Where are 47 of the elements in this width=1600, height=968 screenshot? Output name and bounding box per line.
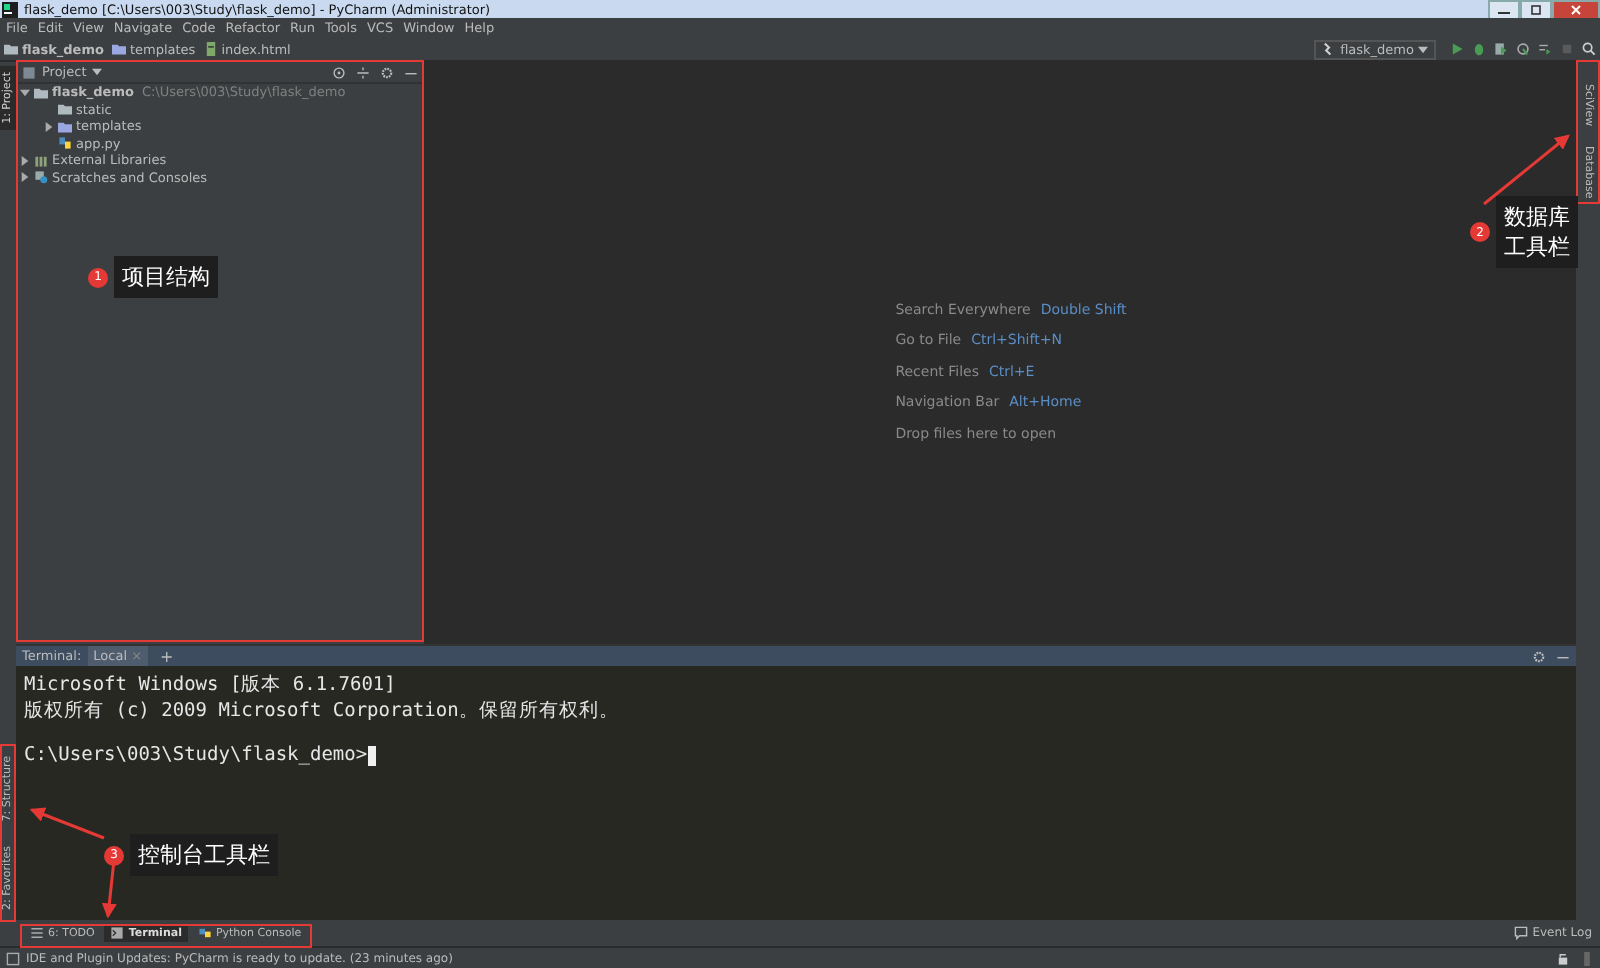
html-file-icon [203,42,218,56]
build-icon[interactable] [1538,42,1552,56]
text-cursor [367,745,376,765]
scratch-icon [34,170,48,185]
lock-icon[interactable] [1556,951,1570,965]
collapsed-arrow-icon[interactable] [20,155,30,166]
terminal-line: 版权所有 (c) 2009 Microsoft Corporation。保留所有权利。 [24,698,621,724]
annotation-label: 控制台工具栏 [130,834,278,876]
settings-icon[interactable] [380,65,394,79]
python-icon [197,926,212,940]
list-icon [30,926,44,940]
collapsed-arrow-icon[interactable] [44,121,54,132]
arrow [1483,134,1570,206]
python-run-config-icon [1322,42,1337,56]
profile-icon[interactable] [1516,42,1530,56]
run-icon[interactable] [1450,42,1464,56]
minimize-button[interactable] [1488,0,1520,20]
arrow [29,807,105,840]
caret-icon [1418,45,1428,53]
settings-icon[interactable] [1532,649,1546,663]
annotation-label: 项目结构 [114,256,218,298]
caret-icon[interactable] [92,68,103,76]
collapsed-arrow-icon[interactable] [20,172,30,183]
highlight-frame [1576,60,1600,204]
terminal-icon [110,926,125,940]
terminal-line: Microsoft Windows [版本 6.1.7601] [24,672,398,698]
locate-icon[interactable] [332,65,346,79]
terminal-prompt: C:\Users\003\Study\flask_demo> [24,742,368,768]
python-file-icon [58,136,72,151]
project-icon [22,65,36,79]
folder-icon [111,42,126,56]
annotation-label: 数据库 工具栏 [1496,196,1578,268]
speech-bubble-icon [1514,926,1529,940]
library-icon [34,153,48,168]
close-icon [1566,4,1586,16]
maximize-icon [1526,4,1546,16]
layout-icon[interactable] [6,951,20,965]
coverage-icon[interactable] [1494,42,1508,56]
close-button[interactable] [1552,0,1600,20]
folder-icon [4,42,18,56]
collapse-icon[interactable] [356,65,370,79]
debug-icon[interactable] [1472,42,1486,56]
add-tab-button[interactable]: + [154,647,180,665]
expanded-arrow-icon[interactable] [20,87,30,98]
search-icon[interactable] [1582,42,1596,56]
app-logo-icon [2,1,18,17]
maximize-button[interactable] [1520,0,1552,20]
